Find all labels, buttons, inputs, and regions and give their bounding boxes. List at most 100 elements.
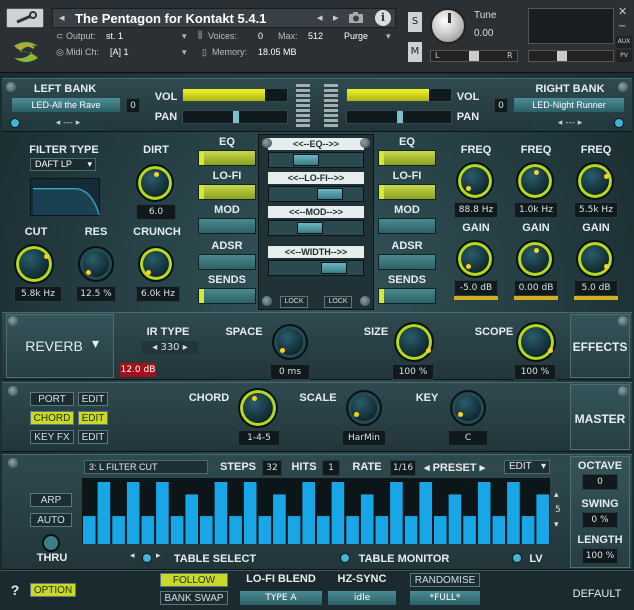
seq-step-bar-15[interactable] [287,516,301,544]
left-pan-handle[interactable] [233,111,239,123]
output-value[interactable]: st. 1 [106,31,123,41]
right-bank-knob-icon[interactable] [614,118,624,128]
cut-value[interactable]: 5.8k Hz [14,286,62,302]
camera-icon[interactable] [347,9,365,25]
seq-step-bar-5[interactable] [141,516,155,544]
scale-value[interactable]: HarMin [342,430,386,446]
eq-freq-knob-2[interactable] [516,162,554,200]
aux-button[interactable]: AUX [616,36,632,48]
center-strip-0-handle[interactable] [293,154,319,166]
seq-step-bar-23[interactable] [404,516,418,544]
seq-step-bar-17[interactable] [317,516,330,544]
seq-step-bar-25[interactable] [434,516,447,544]
table-select-knob[interactable] [142,553,152,563]
midi-dropdown-icon[interactable]: ▾ [182,47,187,58]
space-value[interactable]: 0 ms [270,364,310,380]
prev-arrow-icon[interactable]: ◂ [317,11,323,24]
center-strip-2-handle[interactable] [297,222,323,234]
hz-sync-value[interactable]: idle [328,591,396,605]
seq-edit-dropdown-icon[interactable]: ▾ [541,461,546,473]
right-eq-toggle[interactable] [378,150,436,166]
eq-freq-knob-3[interactable] [576,162,614,200]
scale-knob[interactable] [346,390,382,426]
right-sends-toggle[interactable] [378,288,436,304]
ir-type-prev-icon[interactable]: ◂ [152,342,157,353]
step-sequencer-table[interactable] [82,478,550,544]
eq-gain-knob-2[interactable] [516,240,554,278]
seq-step-bar-18[interactable] [331,482,345,544]
pv-button[interactable]: PV [616,50,632,62]
reverb-title[interactable]: REVERB [22,338,86,354]
eq-freq-knob-1[interactable] [456,162,494,200]
follow-button[interactable]: FOLLOW [160,573,228,587]
left-vol-slider[interactable] [182,88,288,102]
left-bank-next-icon[interactable]: ▸ [76,118,81,128]
reverb-level-value[interactable]: 12.0 dB [120,363,156,377]
left-lofi-toggle[interactable] [198,184,256,200]
instrument-title[interactable]: The Pentagon for Kontakt 5.4.1 [75,11,266,26]
table-select-prev-icon[interactable]: ◂ [130,551,135,561]
octave-value[interactable]: 0 [582,474,618,490]
preset-prev-icon[interactable]: ◂ [424,462,430,474]
table-monitor-knob[interactable] [340,553,350,563]
left-pan-slider[interactable] [182,110,288,124]
wrench-icon[interactable] [6,8,44,28]
right-mod-toggle[interactable] [378,218,436,234]
right-bank-nav[interactable]: ◂ --- ▸ [532,117,608,130]
center-strip-1-slider[interactable] [268,186,364,202]
max-value[interactable]: 512 [308,31,323,41]
left-bank-index[interactable]: 0 [126,98,140,113]
left-bank-preset[interactable]: LED-All the Rave [12,98,120,112]
seq-step-bar-6[interactable] [156,482,169,544]
left-bank-prev-icon[interactable]: ◂ [56,118,61,128]
seq-step-bar-26[interactable] [448,494,462,544]
left-bank-knob-icon[interactable] [10,118,20,128]
seq-step-bar-21[interactable] [375,516,389,544]
volume-slider-handle[interactable] [557,51,567,61]
seq-step-bar-28[interactable] [477,482,491,544]
ir-type-next-icon[interactable]: ▸ [183,342,188,353]
key-knob[interactable] [450,390,486,426]
crunch-value[interactable]: 6.0k Hz [136,286,180,302]
space-knob[interactable] [272,324,308,360]
filter-type-select[interactable]: DAFT LP ▾ [30,158,96,171]
keyfx-button[interactable]: KEY FX [30,430,74,444]
eq-gain-value-1[interactable]: -5.0 dB [454,280,498,296]
seq-step-bar-24[interactable] [419,482,432,544]
rate-value[interactable]: 1/16 [390,460,416,476]
output-dropdown-icon[interactable]: ▾ [182,31,187,42]
tune-value[interactable]: 0.00 [474,28,493,39]
thru-knob[interactable] [42,534,60,552]
purge-dropdown-icon[interactable]: ▾ [386,31,391,42]
left-mod-toggle[interactable] [198,218,256,234]
help-button[interactable]: ? [8,582,22,598]
center-strip-1-handle[interactable] [317,188,343,200]
seq-step-bar-2[interactable] [97,482,111,544]
seq-step-bar-1[interactable] [83,516,96,544]
seq-step-bar-10[interactable] [214,482,228,544]
seq-scroll-up-icon[interactable]: ▴ [554,490,559,500]
eq-freq-value-1[interactable]: 88.8 Hz [454,202,498,218]
next-arrow-icon[interactable]: ▸ [333,11,339,24]
seq-step-bar-7[interactable] [170,516,184,544]
filter-type-dropdown-icon[interactable]: ▾ [87,159,92,170]
randomise-button[interactable]: RANDOMISE [410,573,480,587]
seq-step-bar-3[interactable] [112,516,125,544]
lofi-blend-value[interactable]: TYPE A [240,591,322,605]
right-bank-index[interactable]: 0 [494,98,508,113]
close-icon[interactable]: ✕ [618,6,630,18]
seq-step-bar-4[interactable] [126,482,140,544]
table-select-next-icon[interactable]: ▸ [156,551,161,561]
bank-swap-button[interactable]: BANK SWAP [160,591,228,605]
effects-button[interactable]: EFFECTS [570,340,630,354]
seq-step-bar-14[interactable] [273,494,286,544]
preset-next-icon[interactable]: ▸ [480,462,486,474]
seq-scroll-down-icon[interactable]: ▾ [554,520,559,530]
reverb-dropdown-icon[interactable]: ▾ [92,336,99,352]
mute-button[interactable]: M [408,42,422,62]
eq-gain-value-2[interactable]: 0.00 dB [514,280,558,296]
seq-step-bar-20[interactable] [360,494,374,544]
scope-value[interactable]: 100 % [514,364,556,380]
seq-step-bar-9[interactable] [200,516,213,544]
eq-gain-value-3[interactable]: 5.0 dB [574,280,618,296]
